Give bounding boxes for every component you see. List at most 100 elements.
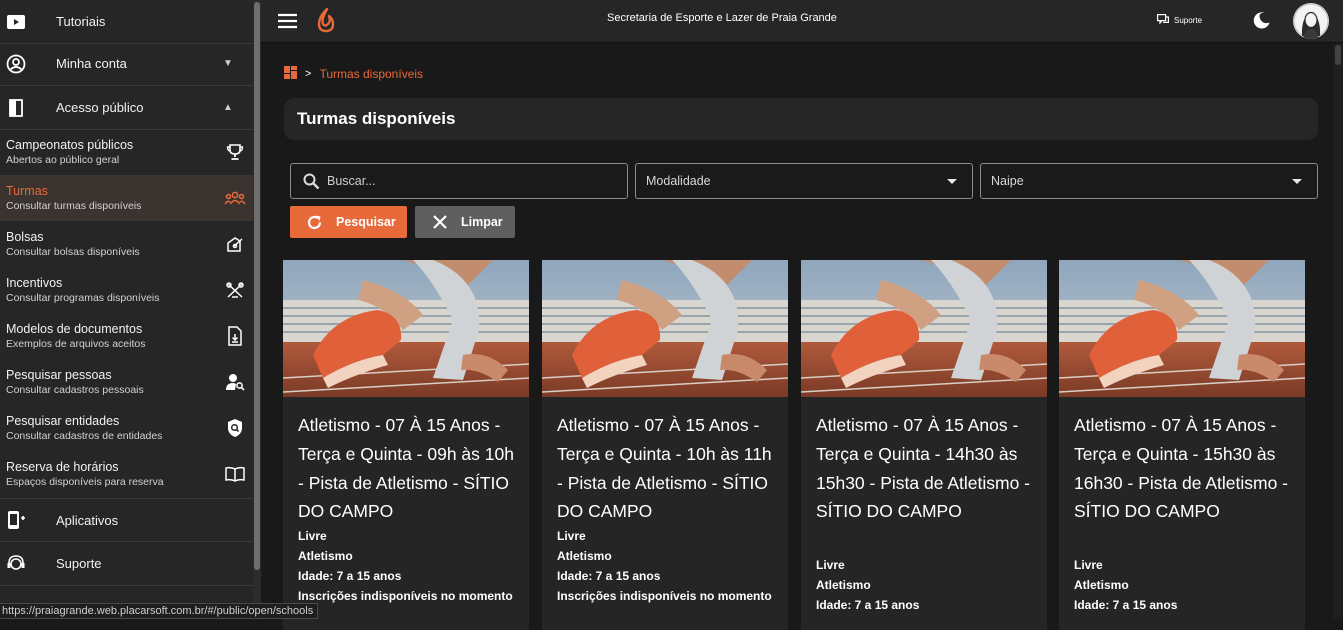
sidebar-item-subtitle: Consultar turmas disponíveis	[6, 199, 142, 212]
modalidade-label: Modalidade	[646, 174, 711, 188]
main-scrollbar[interactable]	[1333, 43, 1343, 619]
sidebar-scrollbar[interactable]	[253, 0, 261, 619]
class-card-naipe: Livre	[557, 529, 586, 543]
sidebar-item-campeonatos[interactable]: Campeonatos públicos Abertos ao público g…	[0, 129, 253, 175]
search-field[interactable]	[290, 163, 628, 199]
dashboard-icon[interactable]	[284, 66, 297, 82]
clear-button[interactable]: Limpar	[415, 206, 515, 238]
sidebar-item-subtitle: Abertos ao público geral	[6, 153, 120, 166]
chevron-down-icon: ▼	[223, 58, 233, 69]
breadcrumb: > Turmas disponíveis	[284, 66, 423, 82]
sidebar-item-title: Pesquisar entidades	[6, 413, 120, 428]
class-card-modalidade: Atletismo	[298, 549, 353, 563]
avatar[interactable]	[1293, 3, 1329, 39]
sidebar-item-title: Modelos de documentos	[6, 321, 143, 336]
sidebar-item-subtitle: Consultar bolsas disponíveis	[6, 245, 140, 258]
class-card-title: Atletismo - 07 À 15 Anos - Terça e Quint…	[1074, 415, 1288, 522]
dropdown-arrow-icon	[1292, 178, 1302, 184]
support-button[interactable]: Suporte	[1157, 14, 1202, 26]
logo-icon[interactable]	[316, 7, 336, 38]
menu-icon[interactable]	[278, 13, 297, 34]
dropdown-arrow-icon	[947, 178, 957, 184]
sidebar-item-turmas[interactable]: Turmas Consultar turmas disponíveis	[0, 175, 253, 221]
sidebar-item-tutoriais[interactable]: Tutoriais	[0, 0, 253, 44]
class-card[interactable]: Atletismo - 07 À 15 Anos - Terça e Quint…	[283, 260, 529, 630]
class-card-naipe: Livre	[816, 558, 845, 572]
sidebar-item-incentivos[interactable]: Incentivos Consultar programas disponívei…	[0, 267, 253, 313]
class-card-idade: Idade: 7 a 15 anos	[557, 569, 661, 583]
dark-mode-icon[interactable]	[1253, 11, 1271, 34]
sidebar-label: Aplicativos	[56, 512, 119, 528]
refresh-icon	[290, 214, 336, 231]
sidebar-item-subtitle: Consultar cadastros pessoais	[6, 383, 144, 396]
sidebar-item-acesso-publico[interactable]: Acesso público ▲	[0, 86, 253, 130]
group-icon	[217, 190, 253, 206]
class-card-idade: Idade: 7 a 15 anos	[298, 569, 402, 583]
status-bar-url: https://praiagrande.web.placarsoft.com.b…	[0, 603, 319, 619]
search-input[interactable]	[327, 174, 627, 188]
class-card-naipe: Livre	[1074, 558, 1103, 572]
naipe-select[interactable]: Naipe	[980, 163, 1318, 199]
sidebar-item-modelos[interactable]: Modelos de documentos Exemplos de arquivo…	[0, 313, 253, 359]
class-card-image	[1059, 260, 1305, 397]
class-card-status: Inscrições indisponíveis no momento	[298, 589, 513, 603]
person-search-icon	[217, 373, 253, 391]
search-icon	[291, 173, 327, 190]
sidebar-label: Suporte	[56, 556, 102, 571]
sidebar-item-title: Pesquisar pessoas	[6, 367, 112, 382]
sidebar-item-subtitle: Espaços disponíveis para reserva	[6, 475, 164, 488]
top-bar: Secretaria de Esporte e Lazer de Praia G…	[261, 0, 1343, 43]
sidebar-item-title: Bolsas	[6, 229, 44, 244]
support-label: Suporte	[1174, 15, 1203, 25]
class-card-naipe: Livre	[298, 529, 327, 543]
sidebar-item-subtitle: Consultar cadastros de entidades	[6, 429, 163, 442]
class-card-idade: Idade: 7 a 15 anos	[1074, 598, 1178, 612]
naipe-label: Naipe	[991, 174, 1024, 188]
sidebar-item-aplicativos[interactable]: Aplicativos	[0, 498, 253, 542]
sidebar-item-title: Campeonatos públicos	[6, 137, 134, 152]
close-icon	[415, 215, 461, 229]
class-card-image	[801, 260, 1047, 397]
class-card[interactable]: Atletismo - 07 À 15 Anos - Terça e Quint…	[542, 260, 788, 630]
video-icon	[0, 14, 56, 30]
sidebar-item-pesquisar-entidades[interactable]: Pesquisar entidades Consultar cadastros d…	[0, 405, 253, 451]
sidebar-item-minha-conta[interactable]: Minha conta ▼	[0, 42, 253, 86]
breadcrumb-current[interactable]: Turmas disponíveis	[319, 67, 423, 81]
clear-button-label: Limpar	[461, 215, 503, 229]
trophy-icon	[217, 143, 253, 161]
sidebar-scrollbar-thumb[interactable]	[254, 2, 260, 570]
app-add-icon	[0, 510, 56, 530]
sidebar-item-title: Turmas	[6, 183, 48, 198]
support-agent-icon	[0, 554, 56, 574]
main-scrollbar-thumb[interactable]	[1335, 45, 1341, 65]
sidebar-item-reserva[interactable]: Reserva de horários Espaços disponíveis p…	[0, 451, 253, 497]
incentive-icon	[217, 281, 253, 299]
door-icon	[0, 98, 56, 117]
page-title: Turmas disponíveis	[297, 109, 456, 128]
page-header: Turmas disponíveis	[284, 98, 1318, 140]
class-card-idade: Idade: 7 a 15 anos	[816, 598, 920, 612]
sidebar-item-suporte[interactable]: Suporte	[0, 542, 253, 586]
class-card-title: Atletismo - 07 À 15 Anos - Terça e Quint…	[298, 415, 514, 522]
support-chat-icon	[1157, 14, 1169, 26]
sidebar-label: Tutoriais	[56, 14, 106, 29]
sidebar-item-subtitle: Exemplos de arquivos aceitos	[6, 337, 146, 350]
sidebar-label: Minha conta	[56, 56, 127, 71]
sidebar-item-pesquisar-pessoas[interactable]: Pesquisar pessoas Consultar cadastros pes…	[0, 359, 253, 405]
class-card[interactable]: Atletismo - 07 À 15 Anos - Terça e Quint…	[1059, 260, 1305, 630]
book-icon	[217, 466, 253, 482]
class-card-modalidade: Atletismo	[816, 578, 871, 592]
search-button-label: Pesquisar	[336, 215, 396, 229]
sidebar-item-bolsas[interactable]: Bolsas Consultar bolsas disponíveis	[0, 221, 253, 267]
modalidade-select[interactable]: Modalidade	[635, 163, 973, 199]
sidebar-item-title: Incentivos	[6, 275, 63, 290]
sidebar: Tutoriais Minha conta ▼ Acesso público ▲…	[0, 0, 261, 619]
search-button[interactable]: Pesquisar	[290, 206, 407, 238]
class-card-image	[542, 260, 788, 397]
document-icon	[217, 326, 253, 346]
class-card[interactable]: Atletismo - 07 À 15 Anos - Terça e Quint…	[801, 260, 1047, 630]
class-card-modalidade: Atletismo	[557, 549, 612, 563]
sidebar-label: Acesso público	[56, 100, 144, 115]
class-card-title: Atletismo - 07 À 15 Anos - Terça e Quint…	[816, 415, 1030, 522]
scholarship-icon	[217, 235, 253, 253]
